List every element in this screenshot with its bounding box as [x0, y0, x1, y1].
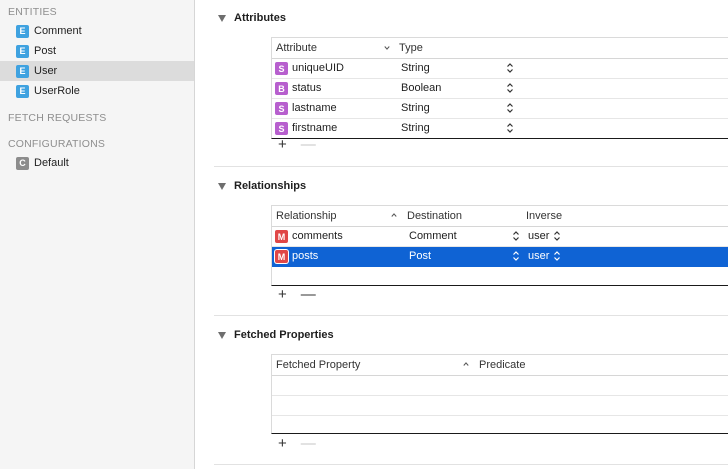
fetched-properties-add-remove-controls: + — [278, 435, 316, 452]
sidebar-item-label: UserRole [34, 85, 80, 97]
to-many-relationship-icon: M [275, 250, 288, 263]
entity-sidebar: ENTITIES E Comment E Post E User E UserR… [0, 0, 195, 469]
popup-stepper-icon[interactable] [506, 102, 514, 114]
empty-table-row [272, 396, 728, 416]
attribute-name[interactable]: uniqueUID [292, 62, 344, 74]
entities-section-title: ENTITIES [8, 6, 57, 18]
relationship-destination[interactable]: Comment [409, 230, 457, 242]
entity-icon: E [16, 84, 29, 98]
fetch-requests-section-title: FETCH REQUESTS [8, 112, 107, 124]
sort-descending-icon[interactable] [384, 45, 390, 51]
relationships-table: Relationship Destination Inverse M comme… [271, 205, 728, 286]
attribute-name[interactable]: status [292, 82, 321, 94]
to-many-relationship-icon: M [275, 230, 288, 243]
column-header-predicate[interactable]: Predicate [479, 359, 525, 371]
popup-stepper-icon[interactable] [512, 250, 520, 262]
relationships-table-header: Relationship Destination Inverse [272, 206, 728, 227]
sidebar-item-userrole[interactable]: E UserRole [0, 81, 194, 101]
section-divider [214, 166, 728, 167]
disclosure-triangle-icon[interactable] [218, 182, 226, 190]
entity-icon: E [16, 64, 29, 78]
sidebar-item-label: Comment [34, 25, 82, 37]
configuration-icon: C [16, 156, 29, 170]
disclosure-triangle-icon[interactable] [218, 14, 226, 22]
column-header-relationship[interactable]: Relationship [276, 210, 337, 222]
popup-stepper-icon[interactable] [506, 62, 514, 74]
attribute-name[interactable]: firstname [292, 122, 337, 134]
boolean-type-icon: B [275, 82, 288, 95]
fetched-properties-table: Fetched Property Predicate [271, 354, 728, 434]
attributes-table: Attribute Type S uniqueUID String B stat… [271, 37, 728, 139]
table-row[interactable]: S firstname String [272, 119, 728, 138]
popup-stepper-icon[interactable] [506, 82, 514, 94]
attribute-type[interactable]: String [401, 62, 430, 74]
relationships-add-remove-controls: + — [278, 286, 316, 303]
attribute-type[interactable]: String [401, 122, 430, 134]
disclosure-triangle-icon[interactable] [218, 331, 226, 339]
attribute-type[interactable]: String [401, 102, 430, 114]
table-row-selected[interactable]: M posts Post user [272, 247, 728, 267]
empty-table-row [272, 376, 728, 396]
sidebar-item-post[interactable]: E Post [0, 41, 194, 61]
column-header-attribute[interactable]: Attribute [276, 42, 317, 54]
table-row[interactable]: M comments Comment user [272, 227, 728, 247]
sidebar-item-label: Post [34, 45, 57, 57]
relationship-name[interactable]: comments [292, 230, 343, 242]
configurations-section-title: CONFIGURATIONS [8, 138, 106, 150]
string-type-icon: S [275, 62, 288, 75]
add-fetched-property-button[interactable]: + [278, 435, 287, 452]
fetched-properties-table-header: Fetched Property Predicate [272, 355, 728, 376]
popup-stepper-icon[interactable] [553, 250, 561, 262]
table-row[interactable]: S lastname String [272, 99, 728, 119]
column-header-destination[interactable]: Destination [407, 210, 462, 222]
add-attribute-button[interactable]: + [278, 136, 287, 153]
relationship-destination[interactable]: Post [409, 250, 431, 262]
remove-relationship-button[interactable]: — [301, 286, 316, 303]
string-type-icon: S [275, 102, 288, 115]
popup-stepper-icon[interactable] [553, 230, 561, 242]
entity-editor: Attributes Attribute Type S uniqueUID St… [196, 0, 728, 469]
relationships-section-header[interactable]: Relationships [218, 180, 306, 192]
table-row[interactable]: B status Boolean [272, 79, 728, 99]
fetched-properties-section-title: Fetched Properties [234, 329, 334, 341]
popup-stepper-icon[interactable] [512, 230, 520, 242]
entity-icon: E [16, 44, 29, 58]
attributes-section-header[interactable]: Attributes [218, 12, 286, 24]
remove-fetched-property-button[interactable]: — [301, 435, 316, 452]
string-type-icon: S [275, 122, 288, 135]
attributes-add-remove-controls: + — [278, 136, 316, 153]
relationships-section-title: Relationships [234, 180, 307, 192]
sidebar-item-label: Default [34, 157, 69, 169]
attribute-name[interactable]: lastname [292, 102, 337, 114]
attributes-table-header: Attribute Type [272, 38, 728, 59]
sidebar-item-default-configuration[interactable]: C Default [0, 153, 194, 173]
sort-ascending-icon[interactable] [463, 361, 469, 367]
attributes-section-title: Attributes [234, 12, 286, 24]
entity-icon: E [16, 24, 29, 38]
column-header-inverse[interactable]: Inverse [526, 210, 562, 222]
section-divider [214, 315, 728, 316]
table-row[interactable]: S uniqueUID String [272, 59, 728, 79]
fetched-properties-section-header[interactable]: Fetched Properties [218, 329, 334, 341]
popup-stepper-icon[interactable] [506, 122, 514, 134]
sidebar-item-comment[interactable]: E Comment [0, 21, 194, 41]
sidebar-item-user[interactable]: E User [0, 61, 194, 81]
column-header-type[interactable]: Type [399, 42, 423, 54]
attribute-type[interactable]: Boolean [401, 82, 441, 94]
remove-attribute-button[interactable]: — [301, 136, 316, 153]
sort-ascending-icon[interactable] [391, 212, 397, 218]
relationship-inverse[interactable]: user [528, 230, 549, 242]
relationship-name[interactable]: posts [292, 250, 318, 262]
sidebar-item-label: User [34, 65, 58, 77]
column-header-fetched-property[interactable]: Fetched Property [276, 359, 360, 371]
add-relationship-button[interactable]: + [278, 286, 287, 303]
relationship-inverse[interactable]: user [528, 250, 549, 262]
section-divider [214, 464, 728, 465]
